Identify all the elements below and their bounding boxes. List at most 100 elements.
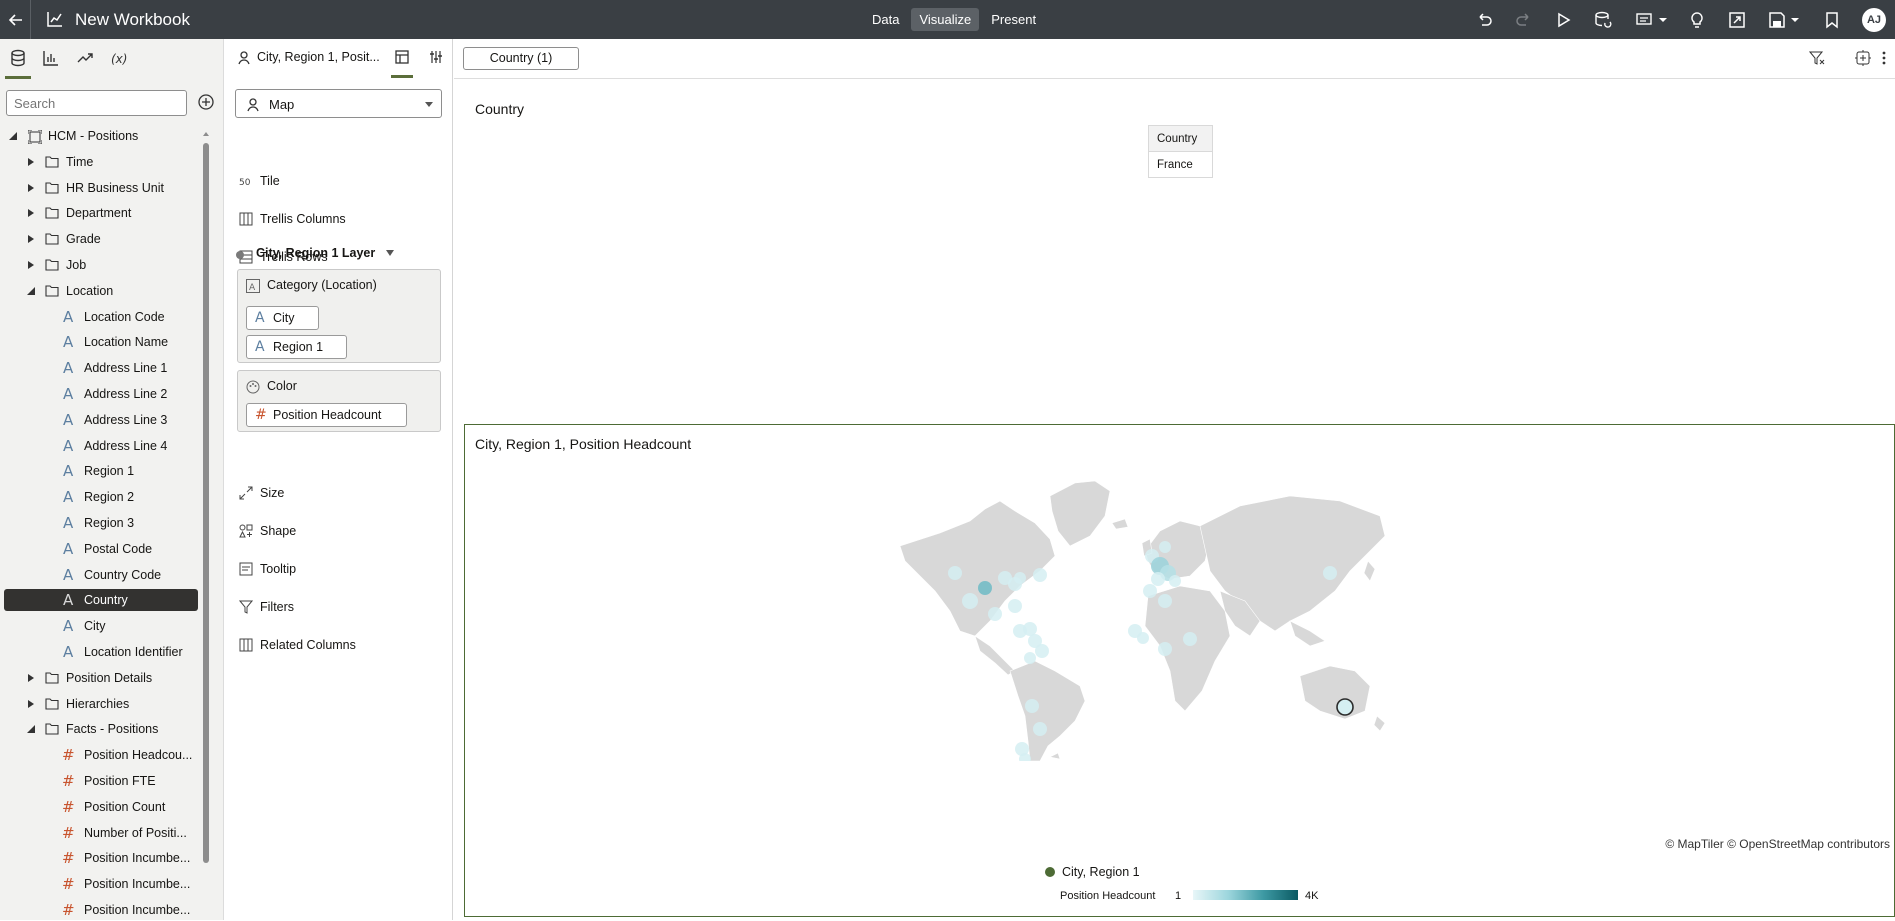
tree-item-postal-code[interactable]: A Postal Code — [4, 538, 198, 560]
caret-collapsed-icon — [28, 209, 34, 217]
palette-icon — [246, 380, 260, 394]
play-icon[interactable] — [1552, 9, 1574, 31]
tree-item-address-line-1[interactable]: A Address Line 1 — [4, 357, 198, 379]
tree-folder-location[interactable]: Location — [4, 280, 198, 302]
tree-measure-number-of-positi[interactable]: # Number of Positi... — [4, 822, 198, 844]
viz-type-select[interactable]: Map — [235, 89, 442, 118]
insights-lightbulb-icon[interactable] — [1686, 9, 1708, 31]
tree-folder-grade[interactable]: Grade — [4, 228, 198, 250]
world-map[interactable] — [880, 461, 1400, 761]
map-bubble — [1169, 575, 1181, 587]
tree-item-region-2[interactable]: A Region 2 — [4, 486, 198, 508]
grammar-item-label: Filters — [260, 600, 295, 614]
chevron-down-icon — [386, 250, 394, 256]
analytics-icon[interactable] — [75, 48, 95, 68]
legend-series-label: City, Region 1 — [1062, 865, 1140, 879]
data-panel-scrollbar[interactable] — [202, 129, 210, 864]
bookmark-icon[interactable] — [1821, 9, 1843, 31]
tree-root-hcm-positions[interactable]: HCM - Positions — [4, 125, 198, 147]
auto-apply-icon[interactable] — [1855, 50, 1871, 66]
narrate-icon[interactable] — [1634, 9, 1670, 31]
caret-expanded-icon — [27, 287, 35, 295]
back-arrow-icon[interactable] — [4, 8, 28, 32]
filter-chip-country[interactable]: Country (1) — [463, 47, 579, 70]
user-avatar[interactable]: AJ — [1862, 8, 1886, 32]
tree-item-address-line-4[interactable]: A Address Line 4 — [4, 435, 198, 457]
tree-item-address-line-3[interactable]: A Address Line 3 — [4, 409, 198, 431]
tree-item-region-1[interactable]: A Region 1 — [4, 460, 198, 482]
tree-item-city[interactable]: A City — [4, 615, 198, 637]
tree-measure-position-headcou[interactable]: # Position Headcou... — [4, 744, 198, 766]
viz-title-tab[interactable]: City, Region 1, Posit... — [257, 50, 405, 64]
folder-icon — [45, 723, 59, 735]
search-input[interactable] — [6, 90, 187, 116]
grammar-properties-icon[interactable] — [395, 50, 409, 64]
tree-measure-position-incumbe[interactable]: # Position Incumbe... — [4, 899, 198, 921]
map-bubble — [978, 581, 992, 595]
measure-icon: # — [62, 849, 75, 867]
tab-visualize[interactable]: Visualize — [911, 8, 980, 31]
measure-icon: # — [62, 824, 75, 842]
scrollbar-thumb[interactable] — [203, 143, 209, 863]
visualizations-icon[interactable] — [41, 48, 61, 68]
refresh-data-icon[interactable] — [1592, 9, 1614, 31]
legend-min-label: 1 — [1175, 890, 1182, 902]
tab-data[interactable]: Data — [864, 8, 907, 31]
filter-clear-icon[interactable] — [1809, 50, 1825, 66]
settings-sliders-icon[interactable] — [429, 50, 443, 64]
export-icon[interactable] — [1726, 9, 1748, 31]
more-options-icon[interactable] — [1881, 50, 1887, 66]
folder-icon — [45, 156, 59, 168]
toolbar-divider — [30, 0, 31, 39]
tree-item-region-3[interactable]: A Region 3 — [4, 512, 198, 534]
map-visualization[interactable]: City, Region 1, Position Headcount © Map… — [464, 424, 1895, 917]
tree-measure-position-incumbe[interactable]: # Position Incumbe... — [4, 873, 198, 895]
chevron-down-icon — [425, 102, 433, 107]
tree-folder-time[interactable]: Time — [4, 151, 198, 173]
tree-folder-hr-business-unit[interactable]: HR Business Unit — [4, 177, 198, 199]
pill-city[interactable]: A City — [246, 306, 319, 330]
pill-region-1[interactable]: A Region 1 — [246, 335, 347, 359]
color-drop-zone[interactable]: Color # Position Headcount — [237, 370, 441, 432]
viz-country-title[interactable]: Country — [475, 101, 524, 117]
tree-folder-job[interactable]: Job — [4, 254, 198, 276]
undo-icon[interactable] — [1473, 9, 1495, 31]
tree-item-country-code[interactable]: A Country Code — [4, 564, 198, 586]
tree-measure-position-incumbe[interactable]: # Position Incumbe... — [4, 847, 198, 869]
category-drop-zone[interactable]: A Category (Location) A City A Region 1 — [237, 269, 441, 363]
filter-bar: Country (1) — [454, 39, 1895, 79]
tab-present[interactable]: Present — [983, 8, 1044, 31]
attribute-icon: A — [63, 333, 74, 351]
workbook-title[interactable]: New Workbook — [75, 10, 190, 30]
tree-folder-hierarchies[interactable]: Hierarchies — [4, 693, 198, 715]
tree-item-location-name[interactable]: A Location Name — [4, 331, 198, 353]
tree-item-location-code[interactable]: A Location Code — [4, 306, 198, 328]
data-panel: (x) HCM - Positions Time HR Business Unit D… — [0, 39, 224, 920]
tree-item-country[interactable]: A Country — [4, 589, 198, 611]
viz-type-label: Map — [269, 97, 295, 112]
folder-icon — [45, 259, 59, 271]
map-viz-title[interactable]: City, Region 1, Position Headcount — [475, 436, 691, 452]
measure-icon: # — [62, 798, 75, 816]
table-header-country[interactable]: Country — [1148, 125, 1213, 152]
redo-icon[interactable] — [1513, 9, 1535, 31]
tree-item-location-identifier[interactable]: A Location Identifier — [4, 641, 198, 663]
map-bubble — [1158, 594, 1172, 608]
table-cell-country[interactable]: France — [1148, 151, 1213, 178]
attribute-icon: A — [255, 339, 265, 355]
calculations-icon[interactable]: (x) — [109, 48, 133, 68]
tree-folder-position-details[interactable]: Position Details — [4, 667, 198, 689]
map-attribution[interactable]: © MapTiler © OpenStreetMap contributors — [1665, 837, 1890, 851]
tree-item-address-line-2[interactable]: A Address Line 2 — [4, 383, 198, 405]
tree-measure-position-count[interactable]: # Position Count — [4, 796, 198, 818]
pill-position-headcount[interactable]: # Position Headcount — [246, 403, 407, 427]
tree-folder-department[interactable]: Department — [4, 202, 198, 224]
tree-measure-position-fte[interactable]: # Position FTE — [4, 770, 198, 792]
data-icon[interactable] — [5, 48, 31, 79]
legend-series-dot — [1045, 867, 1055, 877]
add-data-icon[interactable] — [197, 93, 215, 111]
related-columns-icon — [239, 638, 253, 652]
tree-folder-facts-positions[interactable]: Facts - Positions — [4, 718, 198, 740]
save-icon[interactable] — [1766, 9, 1802, 31]
map-bubble — [1025, 699, 1039, 713]
